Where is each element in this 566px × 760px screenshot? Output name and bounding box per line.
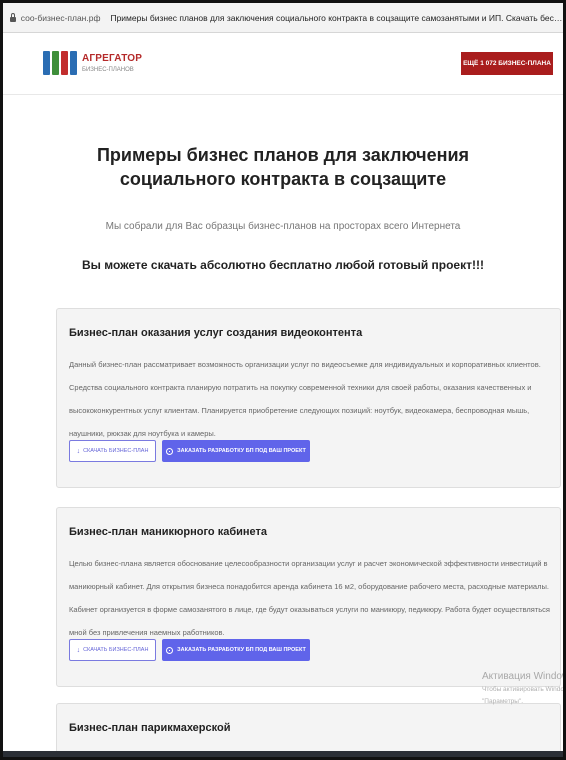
logo-bar-2 (52, 51, 59, 75)
card-description: Целью бизнес-плана является обоснование … (69, 559, 550, 637)
more-business-plans-button[interactable]: ЕЩЁ 1 072 БИЗНЕС-ПЛАНА (461, 52, 553, 75)
logo-bar-4 (70, 51, 77, 75)
business-plan-card: Бизнес-план оказания услуг создания виде… (56, 308, 561, 488)
order-icon (166, 447, 174, 455)
business-plan-card: Бизнес-план маникюрного кабинета Целью б… (56, 507, 561, 687)
logo-title: АГРЕГАТОР (82, 52, 143, 64)
order-label: ЗАКАЗАТЬ РАЗРАБОТКУ БП ПОД ВАШ ПРОЕКТ (177, 647, 306, 653)
site-logo[interactable]: АГРЕГАТОР БИЗНЕС-ПЛАНОВ (43, 51, 142, 75)
page-tab-title: Примеры бизнес планов для заключения соц… (110, 12, 563, 23)
card-title[interactable]: Бизнес-план парикмахерской (69, 722, 230, 734)
page-tagline: Вы можете скачать абсолютно бесплатно лю… (82, 258, 484, 272)
watermark-line: "Параметры". (482, 698, 524, 705)
site-header: АГРЕГАТОР БИЗНЕС-ПЛАНОВ ЕЩЁ 1 072 БИЗНЕС… (3, 33, 563, 95)
windows-activation-watermark: Активация Windows Чтобы активировать Win… (482, 671, 566, 706)
card-title[interactable]: Бизнес-план оказания услуг создания виде… (69, 327, 362, 339)
download-label: СКАЧАТЬ БИЗНЕС-ПЛАН (83, 647, 149, 653)
card-actions: ↓ СКАЧАТЬ БИЗНЕС-ПЛАН ЗАКАЗАТЬ РАЗРАБОТК… (69, 440, 310, 462)
watermark-line: Чтобы активировать Windows, (482, 686, 566, 693)
screenshot-frame: соо-бизнес-план.рф Примеры бизнес планов… (0, 0, 566, 760)
logo-bar-3 (61, 51, 68, 75)
order-icon (166, 646, 174, 654)
download-label: СКАЧАТЬ БИЗНЕС-ПЛАН (83, 448, 149, 454)
taskbar (3, 751, 563, 757)
logo-bar-1 (43, 51, 50, 75)
order-business-plan-button[interactable]: ЗАКАЗАТЬ РАЗРАБОТКУ БП ПОД ВАШ ПРОЕКТ (162, 639, 310, 661)
logo-text: АГРЕГАТОР БИЗНЕС-ПЛАНОВ (82, 52, 143, 73)
download-business-plan-button[interactable]: ↓ СКАЧАТЬ БИЗНЕС-ПЛАН (69, 440, 156, 462)
order-business-plan-button[interactable]: ЗАКАЗАТЬ РАЗРАБОТКУ БП ПОД ВАШ ПРОЕКТ (162, 440, 310, 462)
download-icon: ↓ (76, 646, 81, 654)
page-title: Примеры бизнес планов для заключения соц… (96, 145, 470, 189)
url-text[interactable]: соо-бизнес-план.рф (21, 13, 101, 23)
page-subtitle: Мы собрали для Вас образцы бизнес-планов… (105, 221, 461, 232)
download-business-plan-button[interactable]: ↓ СКАЧАТЬ БИЗНЕС-ПЛАН (69, 639, 156, 661)
order-label: ЗАКАЗАТЬ РАЗРАБОТКУ БП ПОД ВАШ ПРОЕКТ (177, 448, 306, 454)
logo-books-icon (43, 51, 77, 75)
card-actions: ↓ СКАЧАТЬ БИЗНЕС-ПЛАН ЗАКАЗАТЬ РАЗРАБОТК… (69, 639, 310, 661)
lock-icon (9, 12, 16, 23)
logo-subtitle: БИЗНЕС-ПЛАНОВ (82, 66, 134, 73)
browser-address-bar[interactable]: соо-бизнес-план.рф Примеры бизнес планов… (3, 3, 563, 33)
watermark-title: Активация Windows (482, 671, 566, 682)
card-title[interactable]: Бизнес-план маникюрного кабинета (69, 526, 267, 538)
download-icon: ↓ (76, 447, 81, 455)
card-description: Данный бизнес-план рассматривает возможн… (69, 360, 541, 438)
